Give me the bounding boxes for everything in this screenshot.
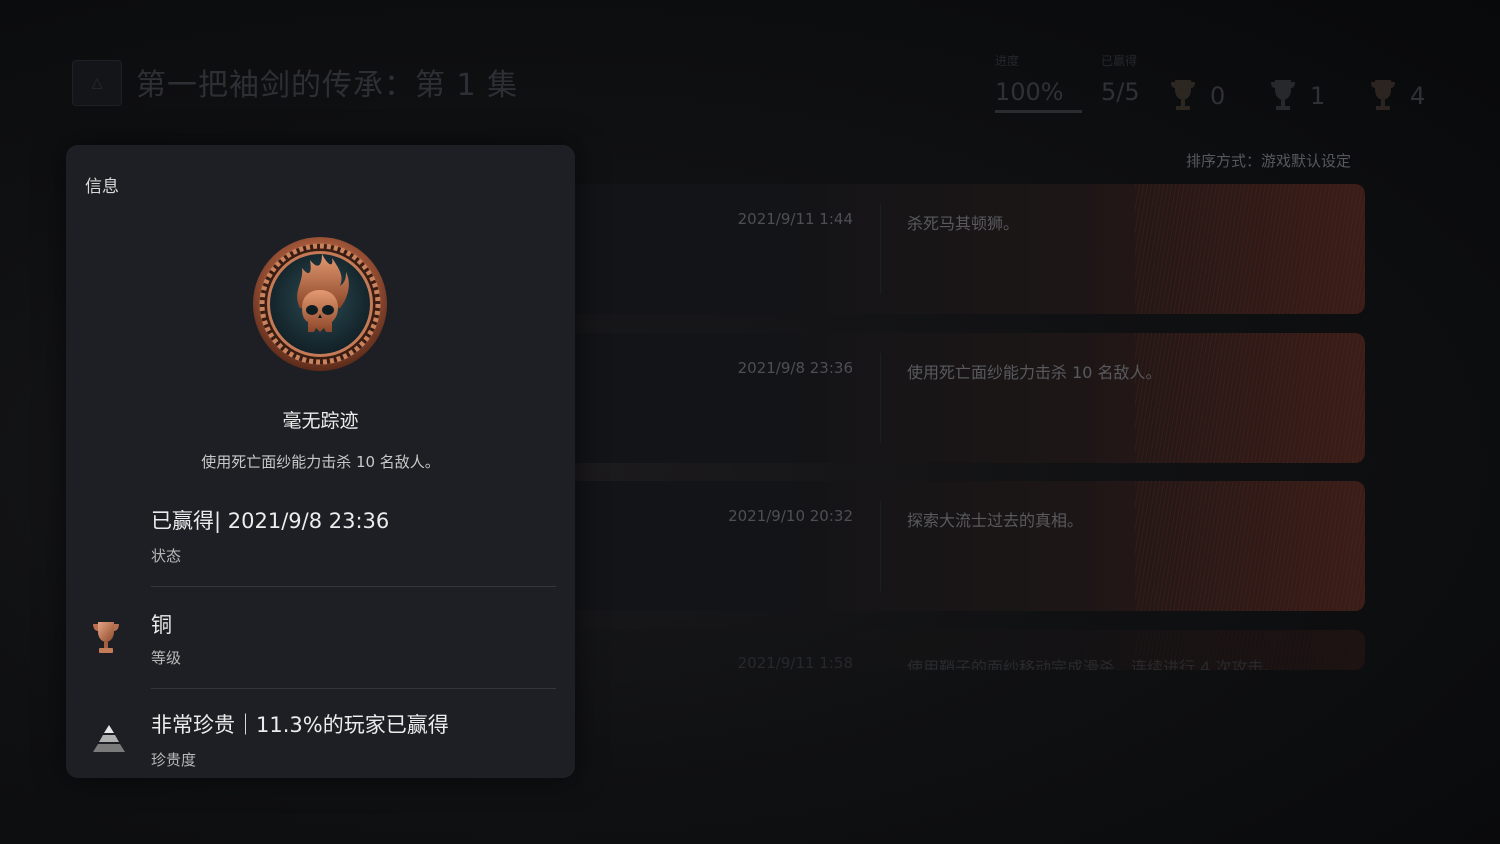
progress-value: 100% <box>995 78 1064 106</box>
rarity-value: 非常珍贵｜11.3%的玩家已赢得 <box>151 713 449 737</box>
row-separator <box>151 688 556 689</box>
gold-trophy-count: 0 <box>1170 78 1225 114</box>
rarity-pyramid-icon <box>93 725 125 752</box>
row-divider <box>880 501 881 591</box>
row-divider <box>880 204 881 294</box>
trophy-earned-date: 2021/9/11 1:44 <box>737 210 853 228</box>
trophy-earned-date: 2021/9/8 23:36 <box>737 359 853 377</box>
trophy-description: 使用鞘子的面纱移动完成滑杀，连续进行 4 次攻击。 <box>907 658 1280 670</box>
trophy-medal-image <box>253 237 387 371</box>
silver-count-value: 1 <box>1310 82 1326 110</box>
status-value: 已赢得| 2021/9/8 23:36 <box>151 509 390 533</box>
bronze-trophy-count: 4 <box>1370 78 1425 114</box>
trophy-name: 毫无踪迹 <box>282 410 359 432</box>
gold-trophy-icon <box>1171 80 1195 110</box>
sort-option[interactable]: 排序方式：游戏默认设定 <box>1186 150 1351 171</box>
trophy-earned-date: 2021/9/11 1:58 <box>737 654 853 670</box>
trophy-info-panel: 信息 毫无踪迹 使用死亡面纱能力击杀 10 名敌人。 已赢得| 2021/9/8… <box>66 145 575 778</box>
trophy-description: 使用死亡面纱能力击杀 10 名敌人。 <box>907 363 1162 382</box>
bronze-trophy-icon <box>1371 80 1395 110</box>
grade-value: 铜 <box>151 613 172 637</box>
grade-label: 等级 <box>151 649 182 667</box>
panel-heading: 信息 <box>85 177 119 197</box>
game-icon: △ <box>72 60 122 106</box>
progress-bar <box>995 110 1082 113</box>
progress-stat: 进度 100% <box>995 52 1082 113</box>
bronze-trophy-icon <box>93 622 119 653</box>
bronze-count-value: 4 <box>1410 82 1426 110</box>
game-title: 第一把袖剑的传承：第 1 集 <box>136 68 519 103</box>
silver-trophy-count: 1 <box>1270 78 1325 114</box>
row-separator <box>151 586 556 587</box>
trophy-description: 杀死马其顿狮。 <box>907 214 1020 233</box>
row-divider <box>880 353 881 443</box>
rarity-label: 珍贵度 <box>151 751 197 769</box>
trophy-earned-date: 2021/9/10 20:32 <box>728 507 853 525</box>
trophy-description-detail: 使用死亡面纱能力击杀 10 名敌人。 <box>201 453 440 471</box>
earned-stat: 已赢得 5/5 <box>1101 52 1140 106</box>
earned-label: 已赢得 <box>1101 54 1138 68</box>
silver-trophy-icon <box>1271 80 1295 110</box>
status-label: 状态 <box>151 547 182 565</box>
earned-value: 5/5 <box>1101 78 1140 106</box>
progress-label: 进度 <box>995 54 1020 68</box>
gold-count-value: 0 <box>1210 82 1226 110</box>
trophy-description: 探索大流士过去的真相。 <box>907 511 1084 530</box>
